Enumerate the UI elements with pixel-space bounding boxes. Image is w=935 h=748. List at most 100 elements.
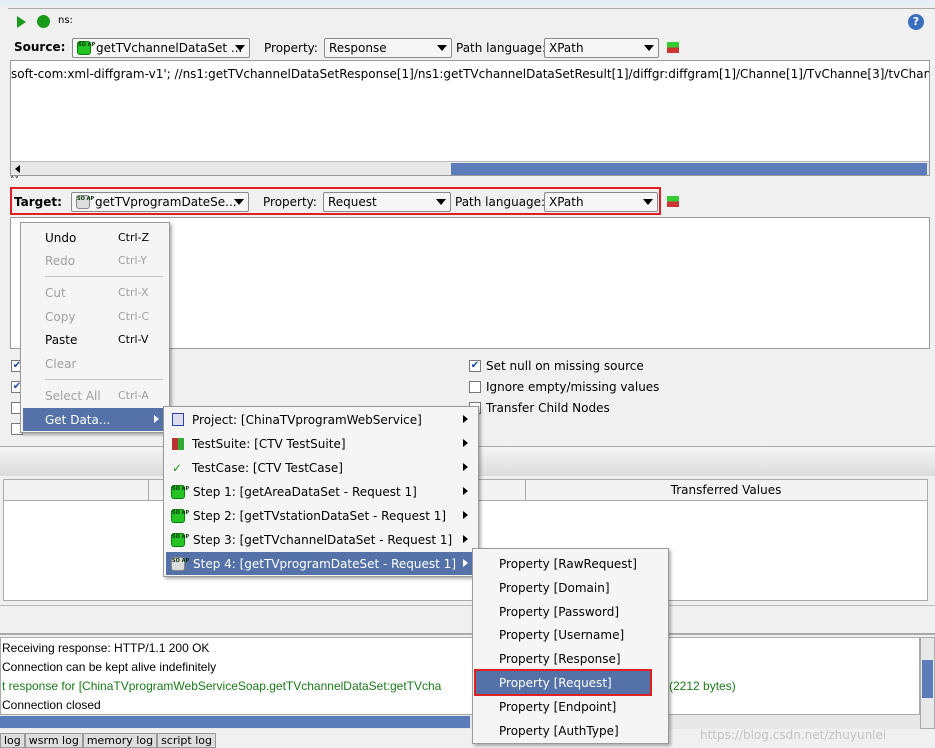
ignore-empty-option[interactable]: Ignore empty/missing values xyxy=(469,380,659,394)
menu-item-property-authtype[interactable]: Property [AuthType] xyxy=(475,719,666,742)
top-edge xyxy=(0,0,935,6)
column-header[interactable] xyxy=(4,480,149,500)
ns-label: ns: xyxy=(58,15,73,26)
play-step-icon[interactable] xyxy=(37,15,50,28)
menu-item-select-all[interactable]: Select All Ctrl-A xyxy=(23,384,167,407)
testsuite-icon xyxy=(172,437,184,450)
chevron-down-icon xyxy=(437,45,447,51)
declare-icon[interactable] xyxy=(667,42,679,53)
menu-item-testcase[interactable]: ✓ TestCase: [CTV TestCase] xyxy=(166,456,476,479)
source-property-select[interactable]: Response xyxy=(324,38,452,58)
soap-icon: SO AP xyxy=(171,508,189,523)
source-expression-editor[interactable]: soft-com:xml-diffgram-v1'; //ns1:getTVch… xyxy=(10,60,930,176)
target-path-language-label: Path language: xyxy=(455,195,546,209)
chevron-down-icon xyxy=(436,199,446,205)
menu-separator xyxy=(45,379,163,380)
panel-divider xyxy=(0,605,935,635)
set-null-option[interactable]: ✔ Set null on missing source xyxy=(469,359,644,373)
chevron-down-icon xyxy=(235,45,245,51)
checkbox-checked[interactable]: ✔ xyxy=(469,360,481,372)
play-icon[interactable] xyxy=(17,16,26,28)
target-property-select[interactable]: Request xyxy=(323,192,451,212)
tab-memory-log[interactable]: memory log xyxy=(82,732,158,748)
menu-item-copy[interactable]: Copy Ctrl-C xyxy=(23,305,167,328)
option-label: Set null on missing source xyxy=(486,359,644,373)
scroll-left-icon[interactable] xyxy=(15,165,20,173)
get-data-submenu: Project: [ChinaTVprogramWebService] Test… xyxy=(163,406,479,577)
target-path-language-value: XPath xyxy=(549,195,584,209)
menu-item-property-domain[interactable]: Property [Domain] xyxy=(475,576,666,599)
source-property-label: Property: xyxy=(264,41,318,55)
chevron-down-icon xyxy=(644,45,654,51)
menu-item-property-endpoint[interactable]: Property [Endpoint] xyxy=(475,695,666,718)
menu-item-step-4[interactable]: SO AP Step 4: [getTVprogramDateSet - Requ… xyxy=(166,552,476,575)
menu-item-property-rawrequest[interactable]: Property [RawRequest] xyxy=(475,552,666,575)
submenu-arrow-icon xyxy=(463,487,468,495)
column-header-transferred-values[interactable]: Transferred Values xyxy=(526,483,926,497)
target-step-select[interactable]: SO AP getTVprogramDateSe... xyxy=(71,192,249,212)
submenu-arrow-icon xyxy=(463,511,468,519)
tab-wsrm-log[interactable]: wsrm log xyxy=(24,732,83,748)
splitter-arrows-icon[interactable]: ˄˅ xyxy=(10,177,19,186)
menu-item-property-password[interactable]: Property [Password] xyxy=(475,600,666,623)
context-menu: Undo Ctrl-Z Redo Ctrl-Y Cut Ctrl-X Copy Ctrl… xyxy=(20,222,170,433)
menu-item-step-3[interactable]: SO AP Step 3: [getTVchannelDataSet - Requ… xyxy=(166,528,476,551)
project-icon xyxy=(172,413,184,426)
menu-item-redo[interactable]: Redo Ctrl-Y xyxy=(23,249,167,272)
source-step-select[interactable]: SO AP getTVchannelDataSet ... xyxy=(72,38,250,58)
log-tabs: log wsrm log memory log script log xyxy=(0,732,216,748)
help-icon[interactable]: ? xyxy=(908,14,924,30)
menu-item-project[interactable]: Project: [ChinaTVprogramWebService] xyxy=(166,408,476,431)
toolbar: ns: ? xyxy=(8,8,935,34)
target-step-value: getTVprogramDateSe... xyxy=(95,195,237,209)
vertical-scrollbar[interactable] xyxy=(920,637,935,729)
option-label: Transfer Child Nodes xyxy=(486,401,610,415)
submenu-arrow-icon xyxy=(463,415,468,423)
menu-item-get-data[interactable]: Get Data... xyxy=(23,408,167,431)
menu-item-cut[interactable]: Cut Ctrl-X xyxy=(23,281,167,304)
log-bytes: (2212 bytes) xyxy=(669,679,736,693)
declare-icon[interactable] xyxy=(667,196,679,207)
soap-icon: SO AP xyxy=(77,41,95,55)
scrollbar-thumb[interactable] xyxy=(451,163,927,175)
option-label: Ignore empty/missing values xyxy=(486,380,660,394)
target-label: Target: xyxy=(14,195,62,209)
menu-item-paste[interactable]: Paste Ctrl-V xyxy=(23,328,167,351)
menu-item-property-username[interactable]: Property [Username] xyxy=(475,623,666,646)
chevron-down-icon xyxy=(643,199,653,205)
submenu-arrow-icon xyxy=(463,463,468,471)
checkbox[interactable] xyxy=(469,381,481,393)
soap-icon: SO AP xyxy=(171,484,189,499)
source-step-value: getTVchannelDataSet ... xyxy=(96,41,243,55)
property-submenu: Property [RawRequest] Property [Domain] … xyxy=(472,548,669,744)
scrollbar-thumb[interactable] xyxy=(0,716,470,728)
soap-icon: SO AP xyxy=(76,195,94,209)
menu-item-undo[interactable]: Undo Ctrl-Z xyxy=(23,226,167,249)
soap-icon: SO AP xyxy=(171,556,189,571)
horizontal-scrollbar[interactable] xyxy=(11,161,929,175)
menu-item-step-2[interactable]: SO AP Step 2: [getTVstationDataSet - Requ… xyxy=(166,504,476,527)
log-horizontal-scrollbar[interactable] xyxy=(0,715,920,729)
target-property-label: Property: xyxy=(263,195,317,209)
source-path-language-select[interactable]: XPath xyxy=(544,38,659,58)
menu-item-clear[interactable]: Clear xyxy=(23,352,167,375)
tab-script-log[interactable]: script log xyxy=(157,732,216,748)
source-label: Source: xyxy=(14,40,66,54)
menu-item-property-request[interactable]: Property [Request] xyxy=(474,669,652,696)
transfer-child-nodes-option[interactable]: Transfer Child Nodes xyxy=(469,401,610,415)
http-log-panel[interactable]: Receiving response: HTTP/1.1 200 OK Conn… xyxy=(0,637,920,715)
soap-icon: SO AP xyxy=(171,532,189,547)
source-path-language-label: Path language: xyxy=(456,41,547,55)
menu-item-step-1[interactable]: SO AP Step 1: [getAreaDataSet - Request 1… xyxy=(166,480,476,503)
source-expression-text: soft-com:xml-diffgram-v1'; //ns1:getTVch… xyxy=(11,67,930,81)
submenu-arrow-icon xyxy=(463,559,468,567)
watermark: https://blog.csdn.net/zhuyunlei xyxy=(700,728,887,742)
target-path-language-select[interactable]: XPath xyxy=(544,192,658,212)
menu-item-testsuite[interactable]: TestSuite: [CTV TestSuite] xyxy=(166,432,476,455)
scrollbar-thumb[interactable] xyxy=(922,660,933,698)
submenu-arrow-icon xyxy=(463,535,468,543)
menu-separator xyxy=(45,276,163,277)
source-path-language-value: XPath xyxy=(549,41,584,55)
menu-item-property-response[interactable]: Property [Response] xyxy=(475,647,666,670)
tab-log[interactable]: log xyxy=(0,732,25,748)
